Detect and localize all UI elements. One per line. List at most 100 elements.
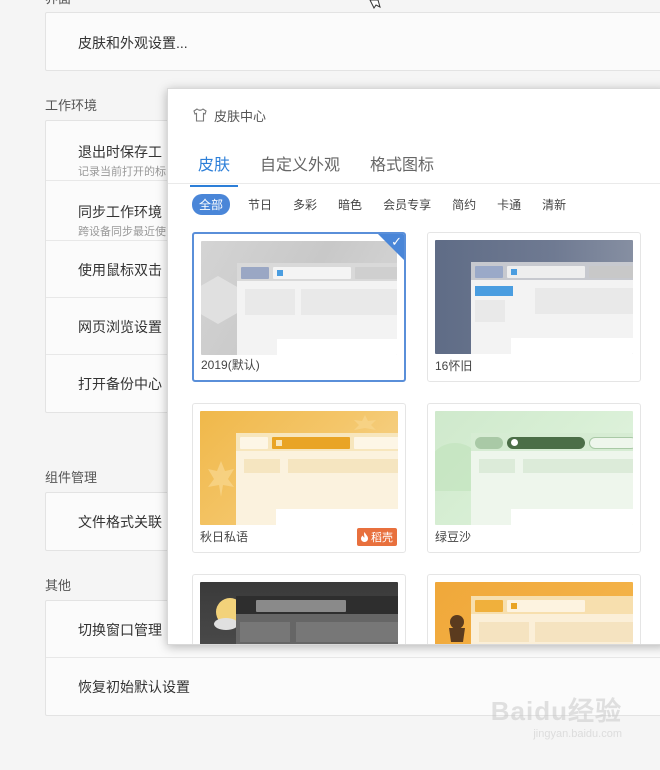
category-all[interactable]: 全部 (192, 194, 231, 215)
mini-block (288, 459, 398, 473)
mini-block (244, 459, 280, 473)
mini-tab-icon (511, 439, 518, 446)
skin-card-night[interactable] (192, 574, 406, 644)
appearance-row[interactable]: 皮肤和外观设置... (46, 13, 660, 70)
row-title: 打开备份中心 (78, 376, 162, 392)
section-title-others: 其他 (45, 578, 72, 593)
tab-format-icons[interactable]: 格式图标 (370, 151, 434, 187)
mini-content (511, 338, 633, 354)
mini-tab (475, 266, 503, 278)
mini-tab (354, 437, 398, 449)
mini-tab (241, 267, 269, 279)
skin-card-cartoon[interactable] (427, 574, 641, 644)
skin-card-2019-default[interactable]: ✓ 2019(默认) (192, 232, 406, 382)
dialog-title: 皮肤中心 (214, 108, 267, 124)
mini-window-preview (471, 433, 633, 525)
mini-content (276, 509, 398, 525)
mini-tab (256, 600, 346, 612)
category-colorful[interactable]: 多彩 (293, 194, 317, 215)
mini-window-preview (471, 596, 633, 644)
mini-block (240, 622, 290, 642)
skin-card-autumn-whisper[interactable]: 秋日私语 稻壳 (192, 403, 406, 553)
mini-block (245, 289, 295, 315)
maple-leaf-decoration (208, 461, 234, 497)
category-cartoon[interactable]: 卡通 (497, 194, 521, 215)
cartoon-decoration (449, 615, 465, 642)
skin-name: 2019(默认) (201, 358, 260, 372)
mini-window-preview (236, 433, 398, 525)
mini-tab (589, 437, 633, 449)
section-title-work-env: 工作环境 (45, 98, 98, 113)
row-title: 同步工作环境 (78, 204, 162, 220)
mini-window-preview (237, 263, 397, 355)
maple-leaf-decoration (354, 415, 376, 430)
row-title: 切换窗口管理 (78, 622, 162, 638)
mini-content (277, 339, 397, 355)
baidu-watermark: Baidu经验 jingyan.baidu.com (491, 691, 622, 740)
mini-block (475, 300, 505, 322)
row-desc: 记录当前打开的标 (78, 166, 166, 178)
skin-thumbnail (201, 241, 397, 355)
row-desc: 跨设备同步最近使 (78, 226, 166, 238)
skin-thumbnail (435, 240, 633, 354)
mini-tab (507, 266, 585, 278)
category-festival[interactable]: 节日 (248, 194, 272, 215)
tab-divider (168, 183, 660, 184)
skin-thumbnail (435, 411, 633, 525)
skin-name: 16怀旧 (435, 359, 473, 373)
row-title: 使用鼠标双击 (78, 262, 162, 278)
row-title: 退出时保存工 (78, 144, 162, 160)
mini-block (296, 622, 398, 642)
mini-tab (475, 437, 503, 449)
mini-block (535, 622, 633, 642)
mini-block (535, 288, 633, 314)
category-filter: 全部 节日 多彩 暗色 会员专享 简约 卡通 清新 (192, 194, 587, 215)
watermark-text: Baidu经验 (490, 696, 622, 726)
mini-tab (355, 267, 397, 279)
appearance-card: 皮肤和外观设置... (45, 12, 660, 71)
mini-tab (589, 266, 633, 278)
section-title-interface: 界面 (45, 0, 71, 7)
mini-window-preview (236, 596, 398, 644)
skin-center-dialog: 皮肤中心 皮肤 自定义外观 格式图标 全部 节日 多彩 暗色 会员专享 简约 卡… (167, 88, 660, 645)
skin-thumbnail (200, 582, 398, 644)
appearance-row-label: 皮肤和外观设置... (78, 35, 188, 51)
mini-tab (475, 600, 503, 612)
tab-skins[interactable]: 皮肤 (189, 151, 239, 187)
mini-tab (272, 437, 350, 449)
mini-tab-icon (511, 269, 517, 275)
watermark-sub: jingyan.baidu.com (533, 728, 622, 740)
dialog-header: 皮肤中心 (192, 105, 266, 125)
row-title: 文件格式关联 (78, 514, 162, 530)
skin-thumbnail (200, 411, 398, 525)
tab-custom-appearance[interactable]: 自定义外观 (260, 151, 340, 187)
category-member[interactable]: 会员专享 (383, 194, 431, 215)
skin-card-mung-bean[interactable]: 绿豆沙 (427, 403, 641, 553)
section-title-components: 组件管理 (45, 470, 98, 485)
shirt-icon (193, 108, 207, 122)
category-simple[interactable]: 简约 (452, 194, 476, 215)
flame-icon (361, 532, 368, 542)
row-title: 网页浏览设置 (78, 319, 162, 335)
tab-bar: 皮肤 自定义外观 格式图标 (189, 151, 464, 187)
badge-label: 稻壳 (371, 532, 393, 544)
skin-name: 绿豆沙 (435, 530, 472, 544)
mini-tab-icon (276, 440, 282, 446)
mini-block (475, 286, 513, 296)
mini-tab (507, 600, 585, 612)
mini-block (301, 289, 397, 315)
skin-card-16-retro[interactable]: 16怀旧 (427, 232, 641, 382)
category-fresh[interactable]: 清新 (542, 194, 566, 215)
category-dark[interactable]: 暗色 (338, 194, 362, 215)
mini-window-preview (471, 262, 633, 354)
mini-block (479, 459, 515, 473)
mini-block (523, 459, 633, 473)
daoke-badge: 稻壳 (357, 528, 397, 546)
skin-name: 秋日私语 (200, 530, 249, 544)
mini-tab (507, 437, 585, 449)
mouse-cursor-icon (369, 0, 381, 9)
mini-tab (273, 267, 351, 279)
mini-block (479, 622, 529, 642)
hexagon-decoration (201, 276, 239, 324)
row-title: 恢复初始默认设置 (78, 679, 190, 695)
